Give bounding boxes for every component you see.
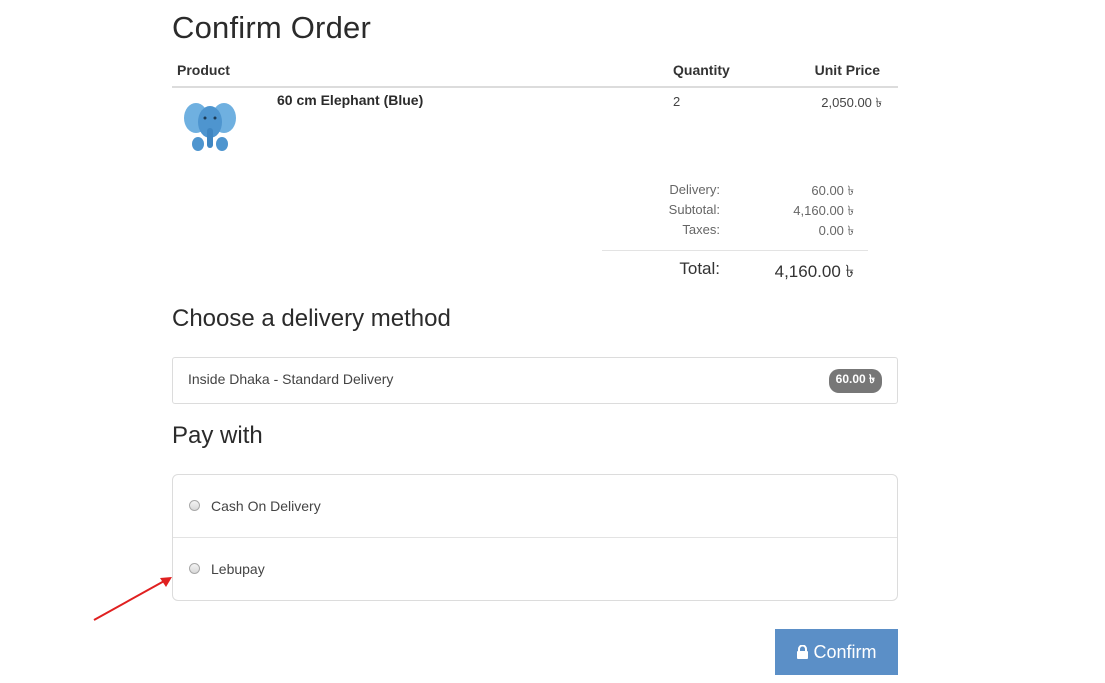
taxes-row: Taxes: 0.00 ৳ xyxy=(602,222,868,242)
total-label: Total: xyxy=(679,259,720,278)
lebupay-radio[interactable] xyxy=(189,563,200,574)
delivery-method-label: Inside Dhaka - Standard Delivery xyxy=(188,371,394,387)
subtotal-label: Subtotal: xyxy=(668,202,720,217)
delivery-row: Delivery: 60.00 ৳ xyxy=(602,182,868,202)
product-quantity: 2 xyxy=(673,94,681,109)
subtotal-value: 4,160.00 ৳ xyxy=(793,203,854,218)
lebupay-label[interactable]: Lebupay xyxy=(211,561,265,577)
order-totals: Delivery: 60.00 ৳ Subtotal: 4,160.00 ৳ T… xyxy=(602,182,868,287)
total-value: 4,160.00 ৳ xyxy=(774,262,854,281)
payment-option-cod[interactable]: Cash On Delivery xyxy=(173,475,897,537)
page-title: Confirm Order xyxy=(172,10,371,45)
lock-icon xyxy=(797,644,809,659)
product-thumbnail[interactable] xyxy=(182,96,238,154)
delivery-price-badge: 60.00 ৳ xyxy=(828,369,882,393)
confirm-button[interactable]: Confirm xyxy=(775,629,898,675)
cart-table-header: Product Quantity Unit Price xyxy=(172,60,898,88)
delivery-label: Delivery: xyxy=(669,182,720,197)
header-product: Product xyxy=(177,62,230,78)
taxes-label: Taxes: xyxy=(682,222,720,237)
total-row: Total: 4,160.00 ৳ xyxy=(602,250,868,287)
taxes-value: 0.00 ৳ xyxy=(818,223,854,238)
cod-radio[interactable] xyxy=(189,500,200,511)
payment-heading: Pay with xyxy=(172,422,263,449)
header-quantity: Quantity xyxy=(673,62,730,78)
payment-options: Cash On Delivery Lebupay xyxy=(172,474,898,601)
cod-label[interactable]: Cash On Delivery xyxy=(211,498,321,514)
annotation-arrow xyxy=(93,577,172,621)
payment-option-lebupay[interactable]: Lebupay xyxy=(173,537,897,600)
subtotal-row: Subtotal: 4,160.00 ৳ xyxy=(602,202,868,222)
delivery-heading: Choose a delivery method xyxy=(172,305,451,332)
cart-row: 60 cm Elephant (Blue) 2 2,050.00 ৳ xyxy=(172,88,898,168)
delivery-value: 60.00 ৳ xyxy=(811,183,854,198)
product-name[interactable]: 60 cm Elephant (Blue) xyxy=(277,92,423,108)
confirm-label: Confirm xyxy=(813,641,877,662)
header-unit-price: Unit Price xyxy=(814,62,880,78)
product-unit-price: 2,050.00 ৳ xyxy=(821,95,882,110)
delivery-method-option[interactable]: Inside Dhaka - Standard Delivery 60.00 ৳ xyxy=(172,357,898,404)
